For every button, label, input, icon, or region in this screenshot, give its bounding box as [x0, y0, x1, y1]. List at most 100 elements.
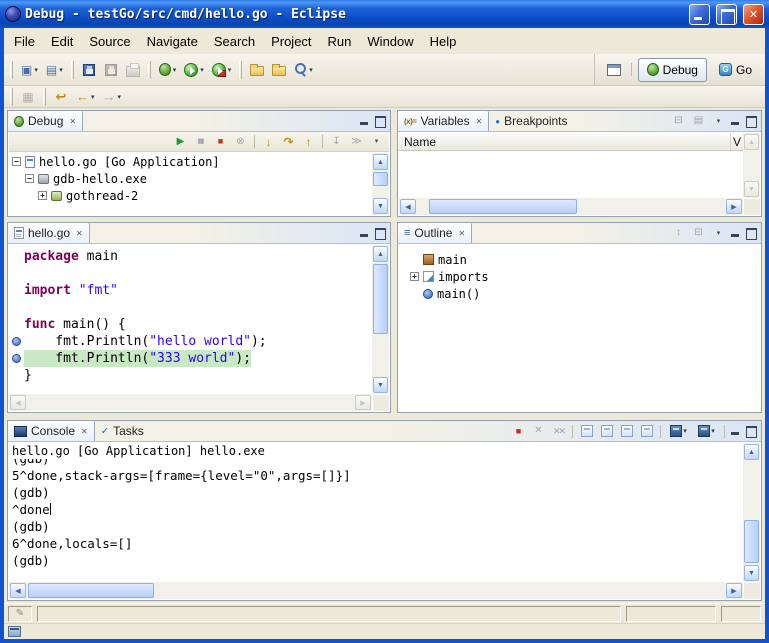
debug-tree[interactable]: −hello.go [Go Application]−gdb-hello.exe… — [9, 153, 372, 215]
scrollbar-thumb[interactable] — [373, 172, 388, 186]
step-over-button[interactable]: ↷ — [279, 133, 298, 150]
show-stdout-button[interactable] — [617, 423, 636, 440]
scroll-down-button[interactable]: ▼ — [373, 198, 388, 214]
view-menu-button[interactable]: ▾ — [709, 225, 728, 242]
collapse-all-button[interactable]: ⊟ — [689, 225, 708, 242]
tab-hello-go[interactable]: hello.go ✕ — [8, 223, 90, 243]
scroll-down-button[interactable]: ▼ — [744, 565, 759, 581]
scrollbar-track[interactable] — [372, 263, 389, 376]
scroll-up-button[interactable]: ▲ — [373, 246, 388, 262]
minimize-view-button[interactable] — [729, 424, 743, 438]
editor-ruler[interactable] — [9, 367, 24, 384]
close-tab-icon[interactable]: ✕ — [476, 117, 483, 126]
editor-ruler[interactable] — [9, 248, 24, 265]
resume-button[interactable]: ▶ — [171, 133, 190, 150]
menu-navigate[interactable]: Navigate — [139, 30, 206, 53]
tree-expander-icon[interactable]: − — [12, 157, 21, 166]
minimize-window-button[interactable] — [689, 4, 710, 25]
scroll-left-button[interactable]: ◀ — [10, 395, 26, 410]
debug-launch-button[interactable]: ▾ — [155, 58, 181, 82]
menu-search[interactable]: Search — [206, 30, 263, 53]
editor-ruler[interactable] — [9, 265, 24, 282]
close-tab-icon[interactable]: ✕ — [69, 117, 76, 126]
scrollbar-thumb[interactable] — [373, 264, 388, 334]
menu-edit[interactable]: Edit — [43, 30, 81, 53]
close-tab-icon[interactable]: ✕ — [76, 229, 83, 238]
scroll-right-button[interactable]: ▶ — [726, 583, 742, 598]
console-line[interactable]: (gdb) — [12, 459, 743, 467]
open-resource-button[interactable] — [268, 58, 290, 82]
maximize-view-button[interactable] — [373, 226, 387, 240]
drop-to-frame-button[interactable]: ↧ — [327, 133, 346, 150]
value-column-header[interactable]: V — [731, 133, 743, 150]
maximize-view-button[interactable] — [744, 226, 758, 240]
close-tab-icon[interactable]: ✕ — [81, 427, 88, 436]
view-menu-button[interactable]: ▾ — [709, 113, 728, 130]
menu-project[interactable]: Project — [263, 30, 319, 53]
maximize-view-button[interactable] — [744, 424, 758, 438]
minimize-view-button[interactable] — [358, 226, 372, 240]
last-edit-location-button[interactable]: ↩ — [50, 88, 72, 106]
new-wizard-button[interactable]: ▣ ▾ — [17, 58, 42, 82]
save-all-button[interactable] — [100, 58, 122, 82]
scroll-up-button[interactable]: ▲ — [373, 154, 388, 170]
editor-vertical-scrollbar[interactable]: ▲ ▼ — [372, 245, 389, 394]
tab-tasks[interactable]: ✓ Tasks — [95, 421, 150, 441]
name-column-header[interactable]: Name — [399, 133, 731, 150]
tree-expander-icon[interactable]: + — [38, 191, 47, 200]
maximize-window-button[interactable] — [716, 4, 737, 25]
console-line[interactable]: 5^done,stack-args=[frame={level="0",args… — [12, 467, 743, 484]
tree-item[interactable]: +imports — [407, 268, 760, 285]
terminate-button[interactable]: ■ — [509, 423, 528, 440]
console-line[interactable]: 6^done,locals=[] — [12, 535, 743, 552]
breakpoint-marker[interactable] — [12, 354, 21, 363]
scrollbar-track[interactable] — [417, 198, 725, 215]
scroll-right-button[interactable]: ▶ — [726, 199, 742, 214]
view-menu-button[interactable]: ▾ — [367, 133, 386, 150]
minimize-view-button[interactable] — [358, 114, 372, 128]
forward-button[interactable]: → ▾ — [99, 88, 126, 106]
menu-help[interactable]: Help — [422, 30, 465, 53]
outline-tree[interactable]: main+importsmain() — [399, 245, 760, 411]
scrollbar-track[interactable] — [27, 582, 725, 599]
console-line[interactable]: (gdb) — [12, 552, 743, 569]
step-filters-button[interactable]: ≫ — [347, 133, 366, 150]
close-tab-icon[interactable]: ✕ — [458, 229, 465, 238]
menu-file[interactable]: File — [6, 30, 43, 53]
layout-button[interactable]: ▤ — [689, 113, 708, 130]
scrollbar-track[interactable] — [743, 151, 760, 180]
console-line[interactable]: ^done — [12, 501, 743, 518]
tab-debug[interactable]: Debug ✕ — [8, 111, 83, 131]
tree-item[interactable]: +gothread-2 — [9, 187, 372, 204]
remove-all-launches-button[interactable]: ✕✕ — [549, 423, 568, 440]
toolbar-grip[interactable] — [239, 61, 242, 79]
open-perspective-button[interactable] — [603, 58, 625, 82]
code-line[interactable]: } — [9, 367, 372, 384]
new-element-button[interactable]: ▤ ▾ — [42, 58, 67, 82]
breakpoint-marker[interactable] — [12, 337, 21, 346]
scroll-left-button[interactable]: ◀ — [400, 199, 416, 214]
menu-source[interactable]: Source — [81, 30, 138, 53]
toolbar-misc-button[interactable]: ▦ — [17, 88, 39, 106]
tree-item[interactable]: main() — [407, 285, 760, 302]
code-line[interactable]: package main — [9, 248, 372, 265]
variables-horizontal-scrollbar[interactable]: ◀ ▶ — [399, 198, 743, 215]
scroll-up-button[interactable]: ▲ — [744, 134, 759, 150]
search-button[interactable]: ▾ — [290, 58, 317, 82]
console-vertical-scrollbar[interactable]: ▲ ▼ — [743, 443, 760, 582]
toolbar-grip[interactable] — [43, 88, 46, 106]
perspective-debug-button[interactable]: Debug — [638, 58, 707, 82]
tree-item[interactable]: main — [407, 251, 760, 268]
disconnect-button[interactable]: ⊗ — [231, 133, 250, 150]
editor-ruler[interactable] — [9, 333, 24, 350]
display-console-button[interactable]: ▾ — [665, 423, 692, 440]
tab-breakpoints[interactable]: ● Breakpoints — [489, 111, 573, 131]
code-line[interactable]: fmt.Println("333 world"); — [9, 350, 372, 367]
tree-expander-icon[interactable]: + — [410, 272, 419, 281]
titlebar[interactable]: Debug - testGo/src/cmd/hello.go - Eclips… — [0, 0, 769, 28]
code-line[interactable] — [9, 299, 372, 316]
editor-ruler[interactable] — [9, 316, 24, 333]
toolbar-grip[interactable] — [10, 88, 13, 106]
code-line[interactable] — [9, 265, 372, 282]
minimize-view-button[interactable] — [729, 114, 743, 128]
